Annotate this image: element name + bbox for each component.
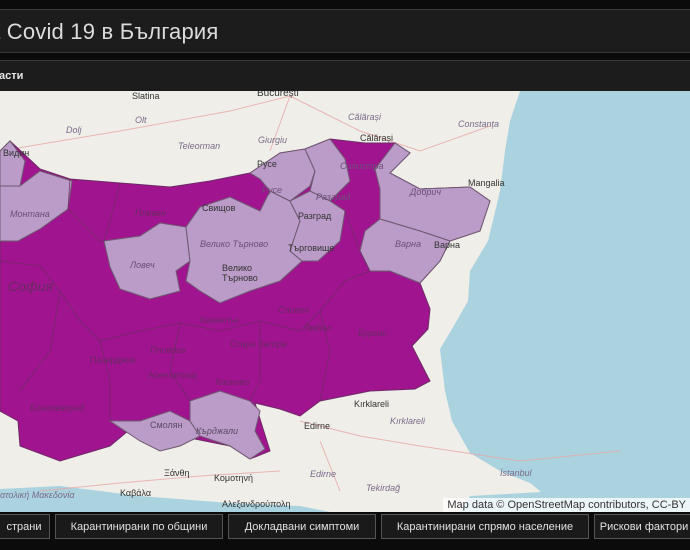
label-dobrich: Добрич: [409, 187, 441, 197]
label-targovishte: Търговище: [288, 243, 334, 253]
label-pleven: Плевен: [135, 208, 166, 218]
title-bar: а Covid 19 в България: [0, 9, 690, 53]
label-veliko-city1: Велико: [222, 263, 252, 273]
page-title: а Covid 19 в България: [0, 19, 219, 44]
label-burgas: Бургас: [358, 328, 388, 338]
label-teleorman: Teleorman: [178, 141, 220, 151]
bottom-tab-bar: страни Карантинирани по общини Докладван…: [0, 512, 690, 550]
map-canvas[interactable]: Slatina Olt Dolj Teleorman București Giu…: [0, 91, 690, 512]
label-lovech: Ловеч: [129, 260, 155, 270]
label-komotini: Κομοτηνή: [214, 473, 253, 483]
tab-quarantined-vs-population[interactable]: Карантинирани спрямо население: [381, 514, 589, 539]
label-kirklareli-city: Kırklareli: [354, 399, 389, 409]
label-smolyan: Смолян: [150, 420, 183, 430]
label-asenovgrad: Асеновград: [148, 370, 198, 380]
label-edirne-region: Edirne: [310, 469, 336, 479]
label-slatina: Slatina: [132, 91, 160, 101]
label-stara-zagora: Стара Загора: [230, 339, 287, 349]
label-varna-region: Варна: [395, 239, 421, 249]
label-xanthi: Ξάνθη: [164, 468, 190, 478]
label-kardzhali: Кърджали: [196, 426, 238, 436]
label-bucuresti: București: [257, 91, 299, 99]
label-silistra: Силистра: [340, 161, 384, 171]
label-giurgiu: Giurgiu: [258, 135, 287, 145]
label-montana: Монтана: [10, 209, 50, 219]
label-varna-city: Варна: [434, 240, 460, 250]
label-kavala: Καβάλα: [120, 488, 151, 498]
label-blagoevgrad: Благоевград: [30, 403, 84, 413]
label-dolj: Dolj: [66, 125, 83, 135]
label-constanta: Constanța: [458, 119, 499, 129]
sub-header-bar: ласти: [0, 60, 690, 91]
label-svishtov: Свищов: [202, 203, 236, 213]
label-haskovo: Хасково: [215, 377, 249, 387]
label-sliven: Сливен: [278, 305, 309, 315]
label-yambol: Ямбол: [304, 323, 332, 333]
label-alexandroupoli: Αλεξανδρούπολη: [222, 499, 290, 509]
tab-countries[interactable]: страни: [0, 514, 50, 539]
tab-risk-factors[interactable]: Рискови фактори: [594, 514, 690, 539]
map-view[interactable]: Slatina Olt Dolj Teleorman București Giu…: [0, 91, 690, 512]
label-veliko-city2: Търново: [222, 273, 258, 283]
label-pazardzhik: Пазарджик: [90, 355, 136, 365]
label-edirne-city: Edirne: [304, 421, 330, 431]
label-kazanlak: Казанлък: [200, 315, 239, 325]
map-attribution[interactable]: Map data © OpenStreetMap contributors, C…: [443, 498, 690, 512]
label-mangalia: Mangalia: [468, 178, 505, 188]
label-ruse-region: Русе: [262, 185, 282, 195]
label-ruse-city: Русе: [257, 159, 277, 169]
label-istanbul: İstanbul: [500, 468, 533, 478]
label-razgrad-region: Разград: [316, 192, 350, 202]
label-kirklareli-region: Kırklareli: [390, 416, 426, 426]
label-razgrad-city: Разград: [298, 211, 332, 221]
label-sofia: София: [8, 278, 53, 294]
label-makedonia: ατολική Μακεδονία: [0, 490, 75, 500]
label-vidin: Видин: [3, 148, 29, 158]
label-olt: Olt: [135, 115, 147, 125]
black-sea: [440, 91, 690, 512]
label-calarasi-county: Călărași: [348, 112, 382, 122]
label-plovdiv: Пловдив: [150, 345, 186, 355]
sub-header-label: ласти: [0, 70, 24, 82]
tab-reported-symptoms[interactable]: Докладвани симптоми: [228, 514, 376, 539]
tab-quarantined-by-municipality[interactable]: Карантинирани по общини: [55, 514, 223, 539]
label-veliko-region: Велико Търново: [200, 239, 268, 249]
label-calarasi: Călărași: [360, 133, 393, 143]
label-tekirdag: Tekirdağ: [366, 483, 400, 493]
